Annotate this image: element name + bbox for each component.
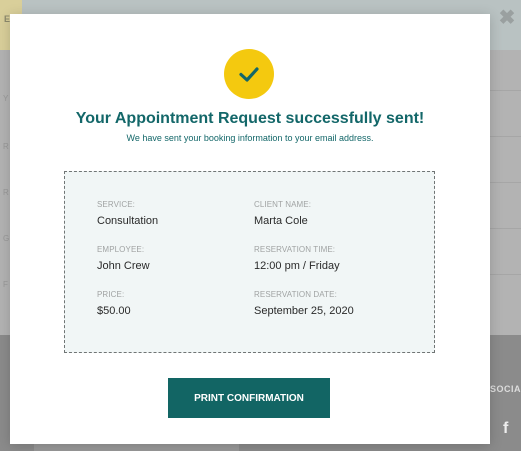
left-mark: G xyxy=(3,234,10,243)
service-value: Consultation xyxy=(97,215,159,227)
employee-value: John Crew xyxy=(97,260,150,272)
background-rows xyxy=(490,50,521,335)
reservation-time-label: RESERVATION TIME: xyxy=(254,245,336,254)
row-divider xyxy=(490,136,521,137)
client-name-label: CLIENT NAME: xyxy=(254,200,312,209)
left-mark: R xyxy=(3,142,9,151)
client-name-value: Marta Cole xyxy=(254,215,308,227)
price-value: $50.00 xyxy=(97,305,131,317)
client-name-field: CLIENT NAME: Marta Cole xyxy=(254,200,311,227)
price-label: PRICE: xyxy=(97,290,125,299)
close-icon[interactable]: ✖ xyxy=(496,7,518,29)
employee-field: EMPLOYEE: John Crew xyxy=(97,245,150,272)
reservation-date-value: September 25, 2020 xyxy=(254,305,354,317)
confirmation-title: Your Appointment Request successfully se… xyxy=(75,110,425,127)
reservation-time-value: 12:00 pm / Friday xyxy=(254,260,340,272)
service-label: SERVICE: xyxy=(97,200,135,209)
row-divider xyxy=(490,228,521,229)
success-badge xyxy=(224,49,274,99)
row-divider xyxy=(490,274,521,275)
left-mark: Y xyxy=(3,94,9,103)
reservation-time-field: RESERVATION TIME: 12:00 pm / Friday xyxy=(254,245,340,272)
row-divider xyxy=(490,182,521,183)
print-confirmation-button[interactable]: PRINT CONFIRMATION xyxy=(168,378,330,418)
reservation-date-field: RESERVATION DATE: September 25, 2020 xyxy=(254,290,354,317)
left-mark: R xyxy=(3,188,9,197)
left-mark: F xyxy=(3,280,8,289)
row-divider xyxy=(490,90,521,91)
checkmark-icon xyxy=(239,67,259,82)
employee-label: EMPLOYEE: xyxy=(97,245,145,254)
service-field: SERVICE: Consultation xyxy=(97,200,158,227)
confirmation-subtitle: We have sent your booking information to… xyxy=(126,133,374,143)
footer-social-heading: SOCIA xyxy=(490,384,521,394)
confirmation-modal: Your Appointment Request successfully se… xyxy=(10,14,490,444)
reservation-date-label: RESERVATION DATE: xyxy=(254,290,337,299)
booking-summary: SERVICE: Consultation CLIENT NAME: Marta… xyxy=(64,171,435,353)
price-field: PRICE: $50.00 xyxy=(97,290,131,317)
facebook-icon[interactable]: f xyxy=(503,420,508,438)
